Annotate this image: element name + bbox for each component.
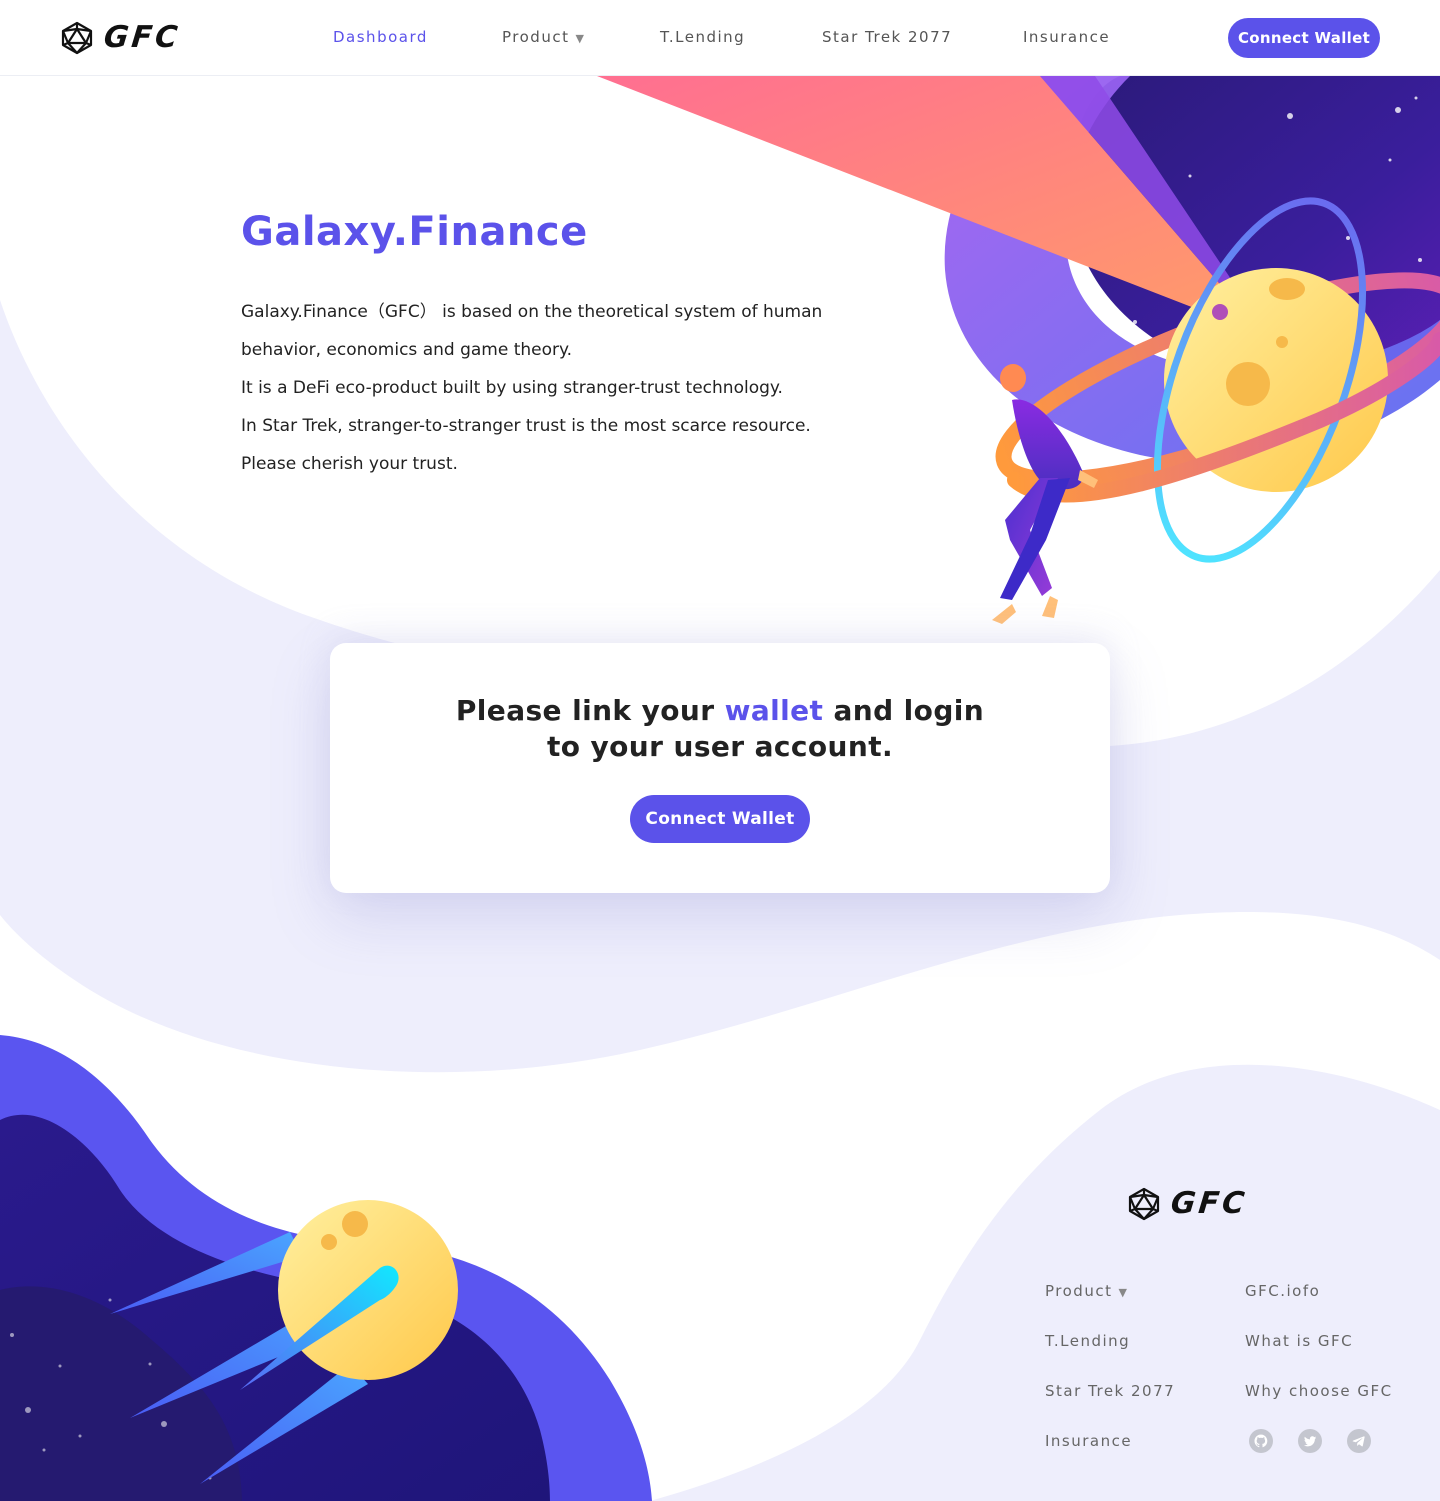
top-navigation-bar: GFC Dashboard Product ▼ T.Lending Star Tr… (0, 0, 1440, 76)
nav-item-dashboard[interactable]: Dashboard (333, 28, 428, 46)
footer-link-product[interactable]: Product ▼ (1045, 1282, 1128, 1300)
footer-link-why-choose-gfc[interactable]: Why choose GFC (1245, 1382, 1393, 1400)
footer-link-t-lending[interactable]: T.Lending (1045, 1332, 1130, 1350)
nav-item-insurance[interactable]: Insurance (1023, 28, 1110, 46)
hero-paragraph: behavior, economics and game theory. (241, 340, 573, 360)
main-nav: Dashboard Product ▼ T.Lending Star Trek 2… (0, 28, 1440, 50)
twitter-icon[interactable] (1298, 1429, 1322, 1453)
hero-description: Galaxy.Finance（GFC） is based on the theo… (241, 293, 861, 483)
login-heading-accent: wallet (724, 694, 824, 727)
wallet-login-card: Please link your wallet and login to you… (330, 643, 1110, 893)
telegram-icon[interactable] (1347, 1429, 1371, 1453)
header-connect-wallet-button[interactable]: Connect Wallet (1228, 18, 1380, 58)
hero-paragraph: In Star Trek, stranger-to-stranger trust… (241, 416, 811, 436)
footer-logo[interactable]: GFC (1127, 1186, 1249, 1221)
hero-title: Galaxy.Finance (241, 209, 588, 255)
hero-paragraph: Galaxy.Finance（GFC） is based on the theo… (241, 302, 823, 322)
login-heading-text: Please link your (455, 694, 725, 727)
nav-item-t-lending[interactable]: T.Lending (660, 28, 745, 46)
hero-paragraph: Please cherish your trust. (241, 454, 458, 474)
hero-paragraph: It is a DeFi eco-product built by using … (241, 378, 783, 398)
footer-logo-wordmark: GFC (1169, 1186, 1249, 1221)
footer-link-insurance[interactable]: Insurance (1045, 1432, 1132, 1450)
github-icon[interactable] (1249, 1429, 1273, 1453)
footer-link-star-trek-2077[interactable]: Star Trek 2077 (1045, 1382, 1175, 1400)
footer-link-what-is-gfc[interactable]: What is GFC (1245, 1332, 1353, 1350)
login-card-heading: Please link your wallet and login to you… (440, 693, 1000, 765)
footer-link-product-label: Product (1045, 1282, 1113, 1300)
chevron-down-icon: ▼ (1118, 1286, 1129, 1299)
hero-section: Galaxy.Finance Galaxy.Finance（GFC） is ba… (241, 205, 861, 483)
nav-item-product-label: Product (502, 28, 570, 46)
nav-item-product[interactable]: Product ▼ (502, 28, 585, 46)
footer-link-gfc-iofo[interactable]: GFC.iofo (1245, 1282, 1320, 1300)
icosahedron-logo-icon (1128, 1187, 1160, 1220)
nav-item-star-trek-2077[interactable]: Star Trek 2077 (822, 28, 952, 46)
chevron-down-icon: ▼ (575, 32, 586, 45)
card-connect-wallet-button[interactable]: Connect Wallet (630, 795, 810, 843)
